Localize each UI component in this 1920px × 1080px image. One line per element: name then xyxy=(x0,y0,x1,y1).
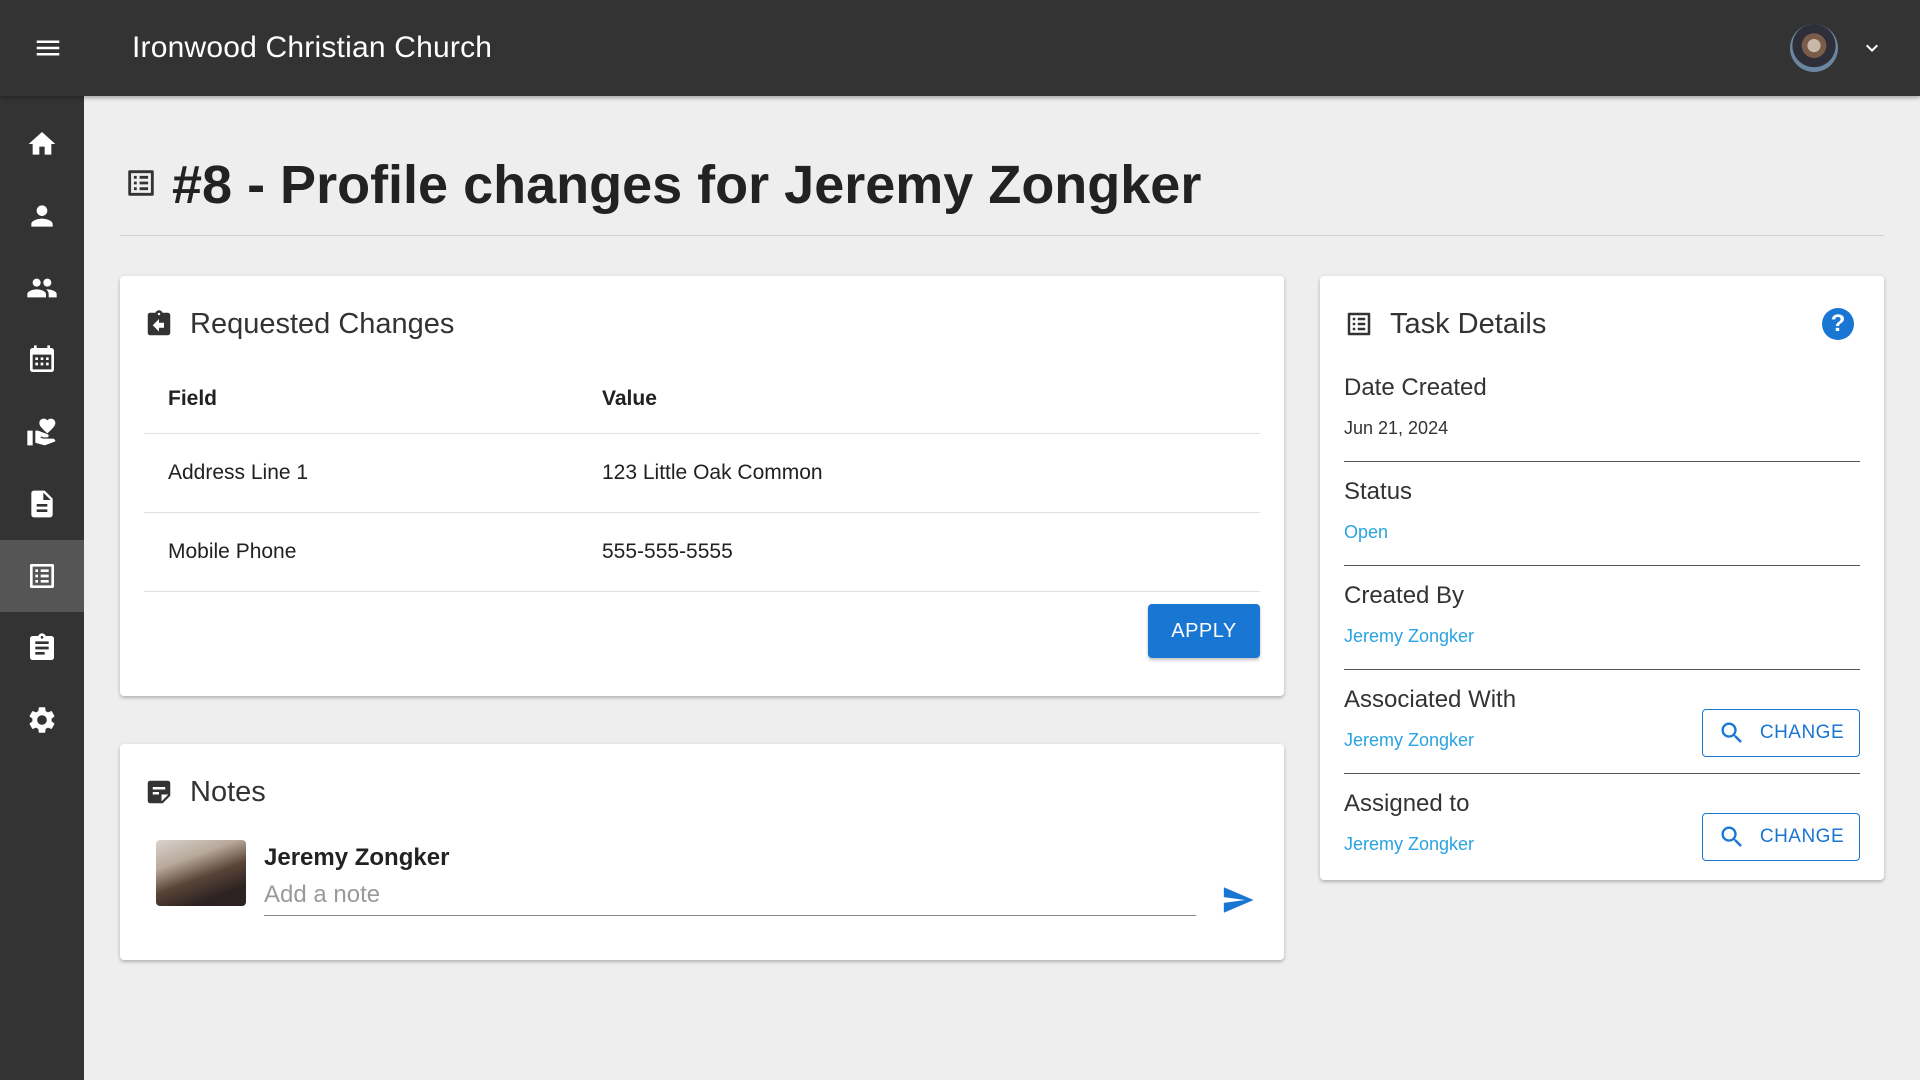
hamburger-menu-icon xyxy=(36,40,60,56)
note-input[interactable] xyxy=(264,874,1196,916)
note-composer: Jeremy Zongker xyxy=(156,840,1260,916)
chevron-down-icon xyxy=(1866,44,1878,52)
notes-title: Notes xyxy=(190,775,266,808)
table-row: Address Line 1 123 Little Oak Common xyxy=(144,434,1260,513)
change-label: CHANGE xyxy=(1759,826,1845,847)
groups-icon xyxy=(27,278,57,298)
notes-card: Notes Jeremy Zongker xyxy=(120,744,1284,960)
detail-label: Created By xyxy=(1344,582,1465,609)
sidebar-item-groups[interactable] xyxy=(0,252,84,324)
person-icon xyxy=(31,205,53,227)
detail-created-by: Created By Jeremy Zongker xyxy=(1344,566,1860,670)
field-cell: Mobile Phone xyxy=(168,540,297,563)
detail-associated-with: Associated With Jeremy Zongker CHANGE xyxy=(1344,670,1860,774)
table-header-row: Field Value xyxy=(144,364,1260,434)
changes-table: Field Value Address Line 1 123 Little Oa… xyxy=(144,364,1260,592)
assignment-return-icon xyxy=(147,310,171,336)
hand-heart-icon xyxy=(27,418,56,446)
table-row: Mobile Phone 555-555-5555 xyxy=(144,513,1260,592)
created-by-link[interactable]: Jeremy Zongker xyxy=(1344,626,1860,647)
search-icon xyxy=(1721,826,1742,847)
page-header: #8 - Profile changes for Jeremy Zongker xyxy=(120,156,1884,236)
value-cell: 555-555-5555 xyxy=(602,540,733,563)
author-avatar xyxy=(156,840,246,906)
search-icon xyxy=(1721,722,1742,743)
detail-date-created: Date Created Jun 21, 2024 xyxy=(1344,358,1860,462)
status-value[interactable]: Open xyxy=(1344,522,1860,543)
top-app-bar: Ironwood Christian Church xyxy=(0,0,1920,96)
sidebar-item-calendar[interactable] xyxy=(0,324,84,396)
gear-icon xyxy=(29,707,55,733)
change-associated-button[interactable]: CHANGE xyxy=(1702,709,1860,757)
detail-value: Jun 21, 2024 xyxy=(1344,418,1449,438)
sidebar-item-settings[interactable] xyxy=(0,684,84,756)
change-assigned-button[interactable]: CHANGE xyxy=(1702,813,1860,861)
list-alt-icon xyxy=(30,564,54,588)
sidebar-item-tasks[interactable] xyxy=(0,540,84,612)
send-icon xyxy=(1223,887,1254,913)
apply-button[interactable]: APPLY xyxy=(1148,604,1260,658)
sidebar-item-donations[interactable] xyxy=(0,396,84,468)
sidebar-item-plans[interactable] xyxy=(0,612,84,684)
column-header-value: Value xyxy=(602,386,657,410)
detail-label: Status xyxy=(1344,478,1413,505)
document-icon xyxy=(31,490,53,518)
detail-assigned-to: Assigned to Jeremy Zongker CHANGE xyxy=(1344,774,1860,878)
field-cell: Address Line 1 xyxy=(168,461,309,484)
sidebar-item-home[interactable] xyxy=(0,108,84,180)
list-alt-icon xyxy=(1347,312,1371,336)
menu-button[interactable] xyxy=(0,0,96,96)
value-cell: 123 Little Oak Common xyxy=(602,461,823,484)
requested-changes-card: Requested Changes Field Value Address Li… xyxy=(120,276,1284,696)
page-title: #8 - Profile changes for Jeremy Zongker xyxy=(172,155,1202,215)
app-title: Ironwood Christian Church xyxy=(132,31,493,64)
sidebar-item-person[interactable] xyxy=(0,180,84,252)
clipboard-icon xyxy=(30,633,54,660)
main-content: #8 - Profile changes for Jeremy Zongker … xyxy=(84,96,1920,1080)
task-details-card: Task Details ? Date Created Jun 21, 2024… xyxy=(1320,276,1884,880)
calendar-icon xyxy=(30,345,54,372)
sticky-note-icon xyxy=(147,780,171,804)
send-note-button[interactable] xyxy=(1218,880,1258,920)
sidebar-item-forms[interactable] xyxy=(0,468,84,540)
detail-label: Date Created xyxy=(1344,374,1487,401)
user-avatar[interactable] xyxy=(1790,24,1838,72)
help-icon[interactable]: ? xyxy=(1822,308,1854,340)
change-label: CHANGE xyxy=(1759,722,1845,743)
list-alt-icon xyxy=(128,170,154,196)
author-name: Jeremy Zongker xyxy=(264,844,450,871)
sidebar-nav xyxy=(0,96,84,1080)
home-icon xyxy=(28,132,56,155)
column-header-field: Field xyxy=(168,386,218,410)
detail-status: Status Open xyxy=(1344,462,1860,566)
requested-changes-title: Requested Changes xyxy=(190,307,455,340)
user-menu-toggle[interactable] xyxy=(1860,36,1884,60)
task-details-title: Task Details xyxy=(1390,307,1547,340)
